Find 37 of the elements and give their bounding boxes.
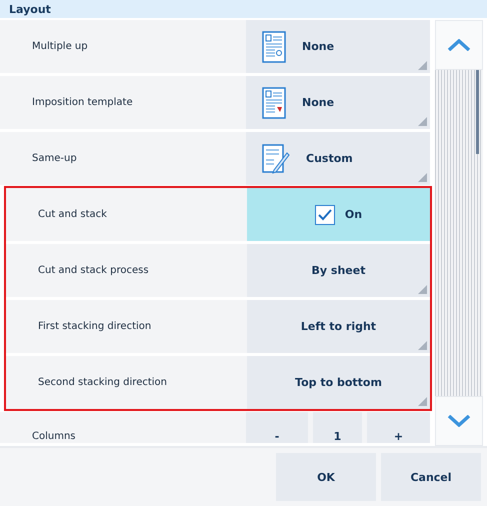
setting-label: First stacking direction — [6, 300, 247, 353]
corner-mark-icon — [418, 117, 427, 126]
setting-label: Cut and stack process — [6, 244, 247, 297]
select-field[interactable]: None — [246, 20, 430, 73]
dialog-button[interactable]: OK — [276, 453, 376, 501]
select-field[interactable]: By sheet — [247, 244, 430, 297]
scroll-up-button[interactable] — [435, 20, 483, 70]
corner-mark-icon — [418, 285, 427, 294]
setting-label: Multiple up — [0, 20, 246, 73]
scroll-thumb[interactable] — [476, 70, 479, 154]
select-field[interactable]: Custom — [246, 132, 430, 185]
value-field[interactable]: 1 — [313, 412, 362, 443]
scroll-down-button[interactable] — [435, 396, 483, 446]
document-edit-icon — [262, 144, 290, 174]
increment-button[interactable]: + — [367, 412, 430, 443]
corner-mark-icon — [418, 61, 427, 70]
setting-label: Imposition template — [0, 76, 246, 129]
setting-label: Columns — [0, 412, 246, 443]
document-icon — [262, 30, 286, 62]
setting-label: Same-up — [0, 132, 246, 185]
toggle-label: On — [344, 208, 362, 221]
corner-mark-icon — [418, 341, 427, 350]
select-field[interactable]: Top to bottom — [247, 356, 430, 409]
select-field[interactable]: Left to right — [247, 300, 430, 353]
corner-mark-icon — [418, 173, 427, 182]
select-field[interactable]: None — [246, 76, 430, 129]
dialog-button[interactable]: Cancel — [381, 453, 481, 501]
setting-label: Second stacking direction — [6, 356, 247, 409]
chevron-up-icon — [447, 39, 471, 51]
toggle-button[interactable]: On — [247, 188, 430, 241]
chevron-down-icon — [447, 415, 471, 427]
document-icon — [262, 86, 286, 118]
checkbox[interactable] — [314, 204, 335, 224]
decrement-button[interactable]: - — [246, 412, 308, 443]
section-title: Layout — [0, 0, 487, 20]
setting-label: Cut and stack — [6, 188, 247, 241]
corner-mark-icon — [418, 397, 427, 406]
